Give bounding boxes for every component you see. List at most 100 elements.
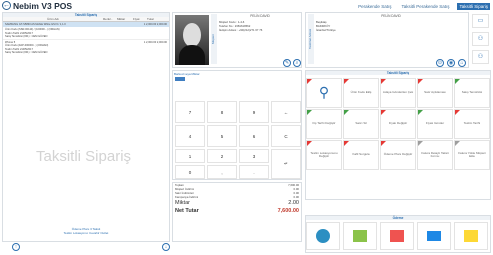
operations-title: Taksitli Sipariş <box>306 71 490 75</box>
tile-corner-marker <box>381 79 386 84</box>
customer-search-icon[interactable]: ⌕ <box>293 59 301 67</box>
tile-corner-marker <box>307 110 312 115</box>
key-4[interactable]: 4 <box>175 125 205 147</box>
operation-tile[interactable]: Satış Temsilcisi <box>454 78 490 108</box>
payment-card-icon[interactable] <box>417 222 451 250</box>
operation-tile-label: Satırı Sil <box>355 121 367 126</box>
payment-other-icon[interactable] <box>454 222 488 250</box>
key-9[interactable]: 9 <box>239 101 269 123</box>
payment-pos-icon[interactable] <box>306 222 340 250</box>
key-0[interactable]: 0 <box>175 165 205 179</box>
operation-tile[interactable]: Fatura Detaylı Taksit Formu <box>417 140 453 170</box>
key-7[interactable]: 7 <box>175 101 205 123</box>
view-icon[interactable]: ◉ <box>447 59 455 67</box>
tile-corner-marker <box>344 141 349 146</box>
customer-address: İletişim Adresi : +90(212)271 67 76 <box>219 28 263 32</box>
key-dot[interactable]: . <box>239 165 269 179</box>
barcode-input[interactable] <box>175 77 185 81</box>
customer-panel: Müşteri PELİN DAVID Müşteri Kodu : 1-4-6… <box>172 12 302 68</box>
net-total-row: Net Tutar 7,600.00 <box>175 208 299 214</box>
delivery-name: PELİN DAVID <box>381 14 401 18</box>
operation-tile[interactable]: Fiş Tarihi Değiştir <box>306 109 342 139</box>
tab-retail-sale[interactable]: Perakende Satış <box>356 3 393 10</box>
clear-key[interactable]: C <box>271 125 301 147</box>
scroll-down-icon[interactable]: ↓ <box>162 243 170 251</box>
customer-name: PELİN DAVID <box>250 14 270 18</box>
col-price: Fiyat <box>133 17 140 21</box>
app-title: Nebim V3 POS <box>13 1 73 11</box>
operation-tile[interactable]: Fatura Yükle Müşteri Ekle <box>454 140 490 170</box>
operation-tile[interactable]: Ürün Sorgula⚲ <box>306 78 342 108</box>
item-price: 2,000.00 <box>146 41 157 45</box>
delivery-side-label: Teslimat Adresi <box>308 14 314 64</box>
key-5[interactable]: 5 <box>207 125 237 147</box>
user-add-icon[interactable]: ⚇ <box>472 32 489 46</box>
operation-tile[interactable]: Kafil Sorgula <box>343 140 379 170</box>
customer-side-label: Müşteri <box>211 14 217 64</box>
customer-edit-icon[interactable]: ✎ <box>283 59 291 67</box>
card-icon[interactable]: ▭ <box>472 14 489 28</box>
map-icon[interactable]: ⌂ <box>458 59 466 67</box>
tile-corner-marker <box>455 141 460 146</box>
key-2[interactable]: 2 <box>207 149 237 163</box>
operation-tile-label: Satış Temsilcisi <box>461 90 483 95</box>
delivery-location: Teslim Lokasyonu: Cevahir Outlet <box>63 231 109 235</box>
key-8[interactable]: 8 <box>207 101 237 123</box>
delivery-line: İstanbul/Türkiye <box>316 28 336 32</box>
barcode-label: Barkod veya Miktar <box>174 72 200 76</box>
payment-cash-icon[interactable] <box>343 222 377 250</box>
operation-tile-label: Fiyatı Gönder <box>425 121 445 126</box>
operation-tile-label: Fiyatı Değiştir <box>388 121 408 126</box>
enter-key[interactable]: ↵ <box>271 149 301 179</box>
tile-corner-marker <box>344 79 349 84</box>
tab-installment-order[interactable]: Taksitli Sipariş <box>457 3 490 10</box>
quantity-row: Miktar 2.00 <box>175 200 299 206</box>
keypad-panel: Barkod veya Miktar 7 8 9 ← 4 5 6 C 1 2 3… <box>172 70 302 180</box>
operation-tile-label: Kafil Sorgula <box>352 152 370 157</box>
operation-tile-label: Adaya Gönderilen Çek <box>382 90 414 95</box>
operation-tile[interactable]: Satır Açıklaması <box>417 78 453 108</box>
tab-installment-retail-sale[interactable]: Taksitli Perakende Satış <box>399 3 451 10</box>
operation-tile-label: Ödeme Planı Değiştir <box>383 152 413 157</box>
tile-corner-marker <box>418 141 423 146</box>
table-row[interactable]: iPhone 5 1 2,000.00 2,000.00 Ürün Kodu (… <box>3 39 169 55</box>
tile-corner-marker <box>307 79 312 84</box>
payment-voucher-icon[interactable] <box>380 222 414 250</box>
operation-tile-label: Fatura Detaylı Taksit Formu <box>421 150 449 158</box>
operation-tile[interactable]: Fiyatı Gönder <box>417 109 453 139</box>
operation-tile[interactable]: Ödeme Planı Değiştir <box>380 140 416 170</box>
key-3[interactable]: 3 <box>239 149 269 163</box>
tile-corner-marker <box>418 110 423 115</box>
tile-corner-marker <box>344 110 349 115</box>
totals-panel: Toplam 7,600.00 Müşteri İndirimi 0.00 Satı… <box>172 182 302 242</box>
user-list-icon[interactable]: ⚇ <box>472 50 489 64</box>
col-color: Renk/.. <box>103 17 113 21</box>
item-total: 2,000.00 <box>156 23 167 26</box>
operation-tile[interactable]: Ürün Kodu Eklş <box>343 78 379 108</box>
item-price: 2,000.00 <box>146 23 157 26</box>
watermark-text: Taksitli Sipariş <box>36 148 132 165</box>
operation-tile[interactable]: Satırı Sil <box>343 109 379 139</box>
operation-tile[interactable]: Teslim Lokasyonunu Değiştir <box>306 140 342 170</box>
operation-tile-label: Teslim Tarihi <box>463 121 481 126</box>
back-button[interactable]: ← <box>2 1 11 10</box>
tile-corner-marker <box>455 110 460 115</box>
payment-plan-summary: Ödeme Planı 3 Taksit Teslim Lokasyonu: C… <box>2 227 170 235</box>
tile-corner-marker <box>455 79 460 84</box>
operation-tile[interactable]: Teslim Tarihi <box>454 109 490 139</box>
customer-photo <box>175 15 209 65</box>
tile-corner-marker <box>381 110 386 115</box>
backspace-key[interactable]: ← <box>271 101 301 123</box>
item-name: SAMSUNG GT-S5830 AS Mobile White GSI 6 /… <box>5 23 66 26</box>
key-1[interactable]: 1 <box>175 149 205 163</box>
key-comma[interactable]: , <box>207 165 237 179</box>
col-product: Ürün Adı <box>47 17 59 21</box>
location-icon[interactable]: ⊙ <box>436 59 444 67</box>
col-qty: Miktar <box>117 17 126 21</box>
scroll-up-icon[interactable]: ↑ <box>12 243 20 251</box>
item-total: 2,000.00 <box>156 41 167 45</box>
operation-tile[interactable]: Adaya Gönderilen Çek <box>380 78 416 108</box>
payment-title: Ödeme <box>306 216 490 220</box>
key-6[interactable]: 6 <box>239 125 269 147</box>
operation-tile[interactable]: Fiyatı Değiştir <box>380 109 416 139</box>
